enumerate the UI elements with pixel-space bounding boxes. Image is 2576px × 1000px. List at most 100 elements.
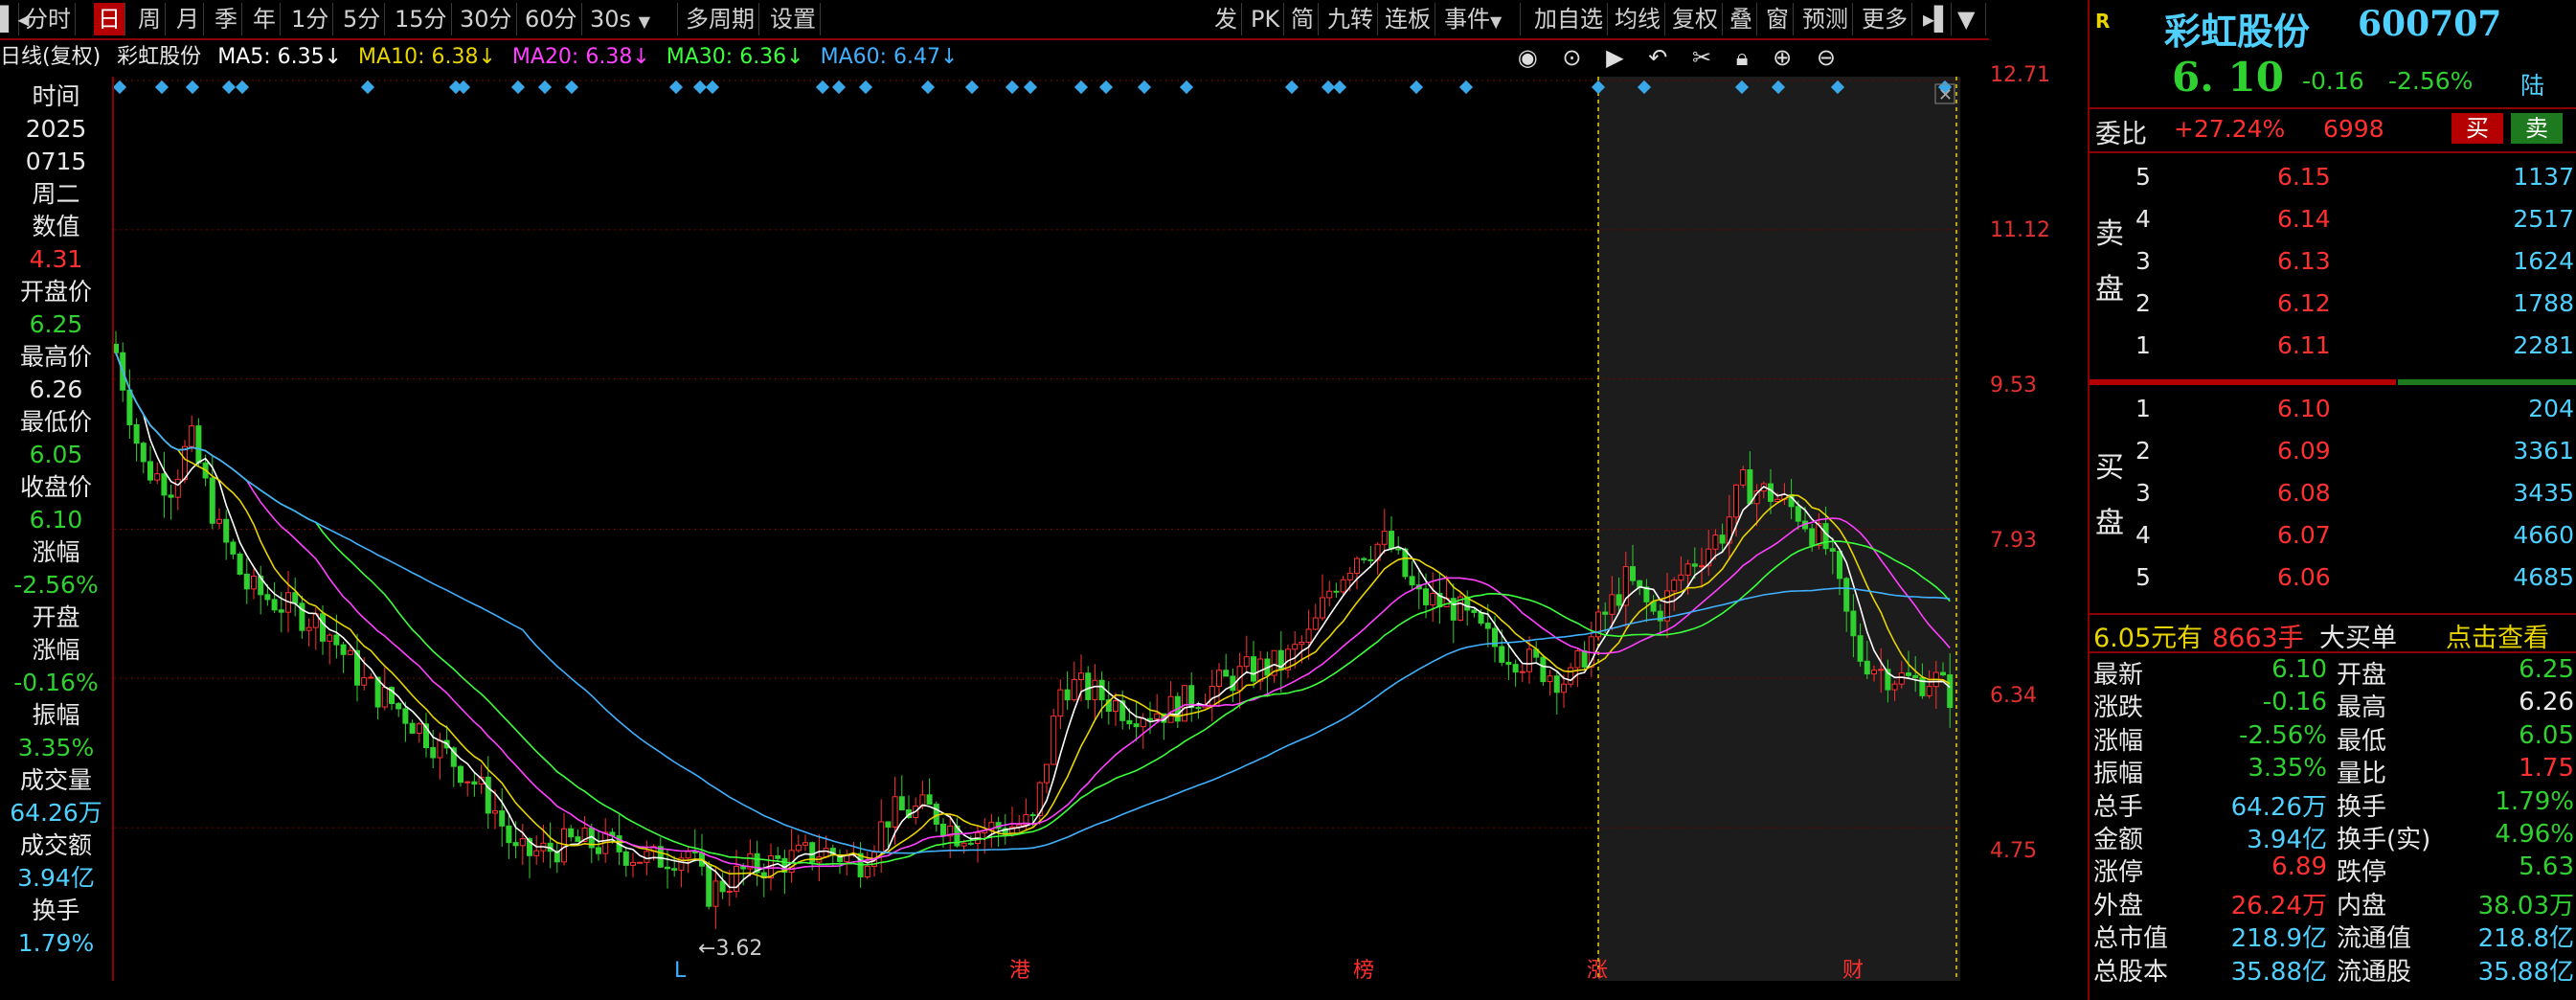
candle-body[interactable] <box>712 880 719 907</box>
candle-body[interactable] <box>533 850 540 856</box>
event-diamond-icon[interactable] <box>185 80 200 95</box>
candle-body[interactable] <box>1499 646 1505 663</box>
candle-body[interactable] <box>892 796 898 828</box>
candle-body[interactable] <box>182 445 188 480</box>
candle-body[interactable] <box>671 868 678 871</box>
candle-body[interactable] <box>126 389 133 426</box>
candle-body[interactable] <box>1691 563 1698 567</box>
candle-body[interactable] <box>1305 628 1312 644</box>
marker-limit[interactable]: 涨 <box>1587 959 1608 983</box>
pk-button[interactable]: PK <box>1247 3 1285 35</box>
event-diamond-icon[interactable] <box>920 80 936 95</box>
candle-body[interactable] <box>333 634 340 646</box>
candle-body[interactable] <box>368 676 374 679</box>
zoom-out-icon[interactable]: ⊖ <box>1817 44 1836 71</box>
tab-daily[interactable]: 日 <box>94 3 125 35</box>
candle-body[interactable] <box>430 747 437 759</box>
tab-15min[interactable]: 15分 <box>391 3 452 35</box>
candle-body[interactable] <box>409 722 416 734</box>
undo-icon[interactable]: ↶ <box>1648 44 1667 71</box>
sell-price[interactable]: 6.12 <box>2277 289 2331 317</box>
candle-body[interactable] <box>1029 814 1036 817</box>
eye-icon[interactable]: ◉ <box>1518 44 1538 71</box>
next-arrow-icon[interactable]: ▸▌ <box>1919 3 1953 35</box>
candle-body[interactable] <box>1292 644 1299 650</box>
candle-body[interactable] <box>458 765 463 784</box>
candle-body[interactable] <box>1147 717 1153 720</box>
candle-body[interactable] <box>1574 650 1581 669</box>
event-diamond-icon[interactable] <box>1137 80 1152 95</box>
candle-body[interactable] <box>305 626 312 631</box>
event-diamond-icon[interactable] <box>510 80 526 95</box>
marker-hk[interactable]: 港 <box>1009 959 1030 983</box>
candle-body[interactable] <box>147 461 153 481</box>
buy-price[interactable]: 6.06 <box>2277 563 2331 591</box>
event-diamond-icon[interactable] <box>692 80 708 95</box>
candle-body[interactable] <box>1051 716 1057 765</box>
event-diamond-icon[interactable] <box>1284 80 1299 95</box>
event-diamond-icon[interactable] <box>858 80 873 95</box>
candle-body[interactable] <box>174 478 181 498</box>
tab-60min[interactable]: 60分 <box>521 3 582 35</box>
candle-body[interactable] <box>1326 590 1333 599</box>
candle-body[interactable] <box>499 810 506 827</box>
candle-body[interactable] <box>133 424 140 444</box>
candle-body[interactable] <box>1553 675 1560 693</box>
candle-body[interactable] <box>1243 656 1250 668</box>
candle-body[interactable] <box>1740 469 1747 486</box>
candle-body[interactable] <box>960 842 967 847</box>
event-diamond-icon[interactable] <box>235 80 250 95</box>
zoom-in-icon[interactable]: ⊕ <box>1773 44 1792 71</box>
candle-body[interactable] <box>898 796 905 810</box>
event-diamond-icon[interactable] <box>221 80 237 95</box>
candle-body[interactable] <box>1747 469 1753 505</box>
candle-body[interactable] <box>1071 679 1077 701</box>
candle-body[interactable] <box>1602 611 1609 615</box>
candle-body[interactable] <box>1167 695 1174 723</box>
candle-body[interactable] <box>1843 578 1850 612</box>
event-diamond-icon[interactable] <box>668 80 684 95</box>
candle-body[interactable] <box>195 425 202 464</box>
candle-body[interactable] <box>492 810 498 814</box>
candle-body[interactable] <box>464 781 471 784</box>
candle-body[interactable] <box>775 855 781 859</box>
adjust-button[interactable]: 复权 <box>1668 3 1723 35</box>
candle-body[interactable] <box>1526 648 1532 672</box>
candle-body[interactable] <box>1361 557 1367 560</box>
candle-body[interactable] <box>1947 674 1954 709</box>
candle-body[interactable] <box>1209 686 1215 706</box>
event-diamond-icon[interactable] <box>1073 80 1089 95</box>
nine-turn-button[interactable]: 九转 <box>1323 3 1378 35</box>
buy-price[interactable]: 6.09 <box>2277 437 2331 465</box>
candle-body[interactable] <box>416 723 422 734</box>
candle-body[interactable] <box>340 644 347 655</box>
marker-finance[interactable]: 财 <box>1842 959 1864 983</box>
candle-body[interactable] <box>1609 594 1616 615</box>
overlay-button[interactable]: 叠 <box>1726 3 1757 35</box>
candle-body[interactable] <box>264 594 271 601</box>
tab-1min[interactable]: 1分 <box>287 3 334 35</box>
candle-body[interactable] <box>1346 572 1353 580</box>
close-icon[interactable]: ✕ <box>1938 85 1953 105</box>
candle-body[interactable] <box>485 776 491 814</box>
scissors-icon[interactable]: ✂ <box>1692 44 1711 71</box>
lock-icon[interactable]: 🔒︎ <box>1736 44 1749 71</box>
candle-body[interactable] <box>1154 713 1161 720</box>
candle-body[interactable] <box>1712 534 1719 550</box>
event-diamond-icon[interactable] <box>1409 80 1424 95</box>
tab-monthly[interactable]: 月 <box>172 3 204 35</box>
candle-body[interactable] <box>795 844 802 852</box>
candle-body[interactable] <box>1064 689 1071 701</box>
candle-body[interactable] <box>278 609 284 613</box>
big-order-link[interactable]: 点击查看 <box>2446 617 2549 654</box>
candle-body[interactable] <box>926 794 933 806</box>
candle-body[interactable] <box>685 851 691 859</box>
event-diamond-icon[interactable] <box>564 80 579 95</box>
candle-body[interactable] <box>1299 642 1305 646</box>
candle-body[interactable] <box>1484 623 1491 629</box>
candle-body[interactable] <box>1581 650 1588 668</box>
candle-body[interactable] <box>1505 661 1512 666</box>
candle-body[interactable] <box>1085 672 1092 700</box>
candle-body[interactable] <box>665 866 670 870</box>
candle-body[interactable] <box>644 851 650 863</box>
